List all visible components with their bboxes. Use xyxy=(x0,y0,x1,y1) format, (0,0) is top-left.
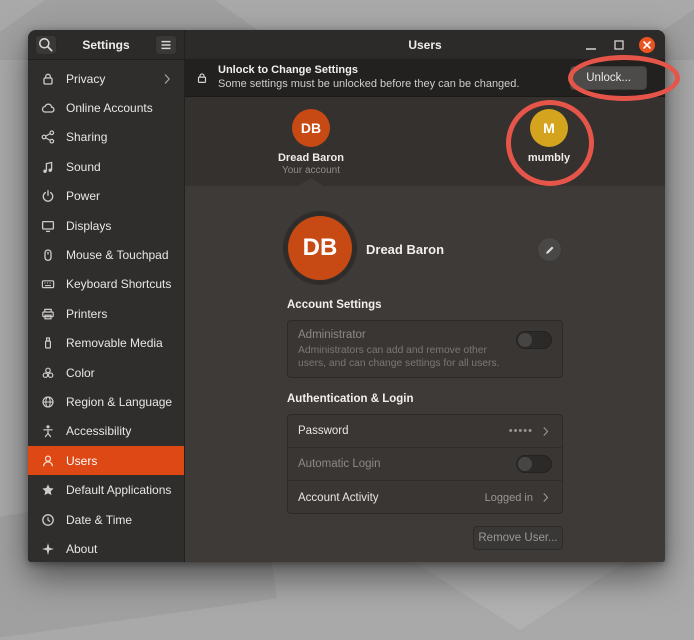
auth-login-card: Password ••••• Automatic Login Account A… xyxy=(287,414,563,514)
avatar: DB xyxy=(288,216,352,280)
avatar: DB xyxy=(292,109,330,147)
toggle-knob xyxy=(518,333,532,347)
minimize-icon xyxy=(583,37,599,53)
automatic-login-toggle[interactable] xyxy=(516,455,552,473)
user-detail-pane: DB Dread Baron Account Settings Administ… xyxy=(185,186,665,562)
sidebar-item-default-applications[interactable]: Default Applications xyxy=(28,475,184,504)
sidebar-item-color[interactable]: Color xyxy=(28,358,184,387)
unlock-banner-title: Unlock to Change Settings xyxy=(218,64,519,78)
account-settings-heading: Account Settings xyxy=(287,299,382,311)
sidebar-item-sound[interactable]: Sound xyxy=(28,152,184,181)
search-button[interactable] xyxy=(35,35,57,55)
remove-user-button[interactable]: Remove User... xyxy=(473,526,563,550)
user-carousel: DB Dread Baron Your account M mumbly xyxy=(185,97,665,186)
search-icon xyxy=(36,36,56,54)
profile-name: Dread Baron xyxy=(366,242,444,257)
keyboard-icon xyxy=(40,276,56,292)
sidebar-item-printers[interactable]: Printers xyxy=(28,299,184,328)
password-label: Password xyxy=(298,425,349,437)
sidebar-item-displays[interactable]: Displays xyxy=(28,211,184,240)
administrator-description: Administrators can add and remove other … xyxy=(298,345,508,371)
user-icon xyxy=(40,453,56,469)
account-activity-label: Account Activity xyxy=(298,492,379,504)
toggle-knob xyxy=(518,457,532,471)
unlock-banner-subtitle: Some settings must be unlocked before th… xyxy=(218,78,519,92)
password-row[interactable]: Password ••••• xyxy=(288,415,562,448)
sidebar-item-users[interactable]: Users xyxy=(28,446,184,475)
sidebar-item-date-time[interactable]: Date & Time xyxy=(28,505,184,534)
automatic-login-label: Automatic Login xyxy=(298,458,380,470)
menu-button[interactable] xyxy=(155,35,177,55)
minimize-button[interactable] xyxy=(583,37,599,53)
lock-icon xyxy=(40,71,56,87)
account-activity-row[interactable]: Account Activity Logged in xyxy=(288,481,562,514)
hamburger-icon xyxy=(156,36,176,54)
administrator-label: Administrator xyxy=(298,329,552,341)
mouse-icon xyxy=(40,247,56,263)
close-icon xyxy=(639,37,655,53)
maximize-icon xyxy=(611,37,627,53)
password-value: ••••• xyxy=(509,425,533,437)
sidebar-item-removable-media[interactable]: Removable Media xyxy=(28,329,184,358)
chevron-right-icon xyxy=(162,73,174,85)
star-icon xyxy=(40,482,56,498)
selected-user-caret xyxy=(298,178,324,186)
carousel-user-mumbly[interactable]: M mumbly xyxy=(494,109,604,164)
sidebar: Privacy Online Accounts Sharing Sound Po… xyxy=(28,60,185,562)
carousel-user-note: Your account xyxy=(256,165,366,176)
clock-icon xyxy=(40,512,56,528)
flash-drive-icon xyxy=(40,335,56,351)
cloud-icon xyxy=(40,100,56,116)
carousel-user-name: Dread Baron xyxy=(256,152,366,164)
settings-window: Settings Users Privacy Online Accounts S… xyxy=(28,30,665,562)
administrator-toggle[interactable] xyxy=(516,331,552,349)
accessibility-icon xyxy=(40,423,56,439)
avatar: M xyxy=(530,109,568,147)
chevron-right-icon xyxy=(541,492,552,503)
content-titlebar: Users xyxy=(185,30,665,60)
printer-icon xyxy=(40,306,56,322)
auth-login-heading: Authentication & Login xyxy=(287,393,413,405)
sidebar-item-power[interactable]: Power xyxy=(28,182,184,211)
carousel-user-dread-baron[interactable]: DB Dread Baron Your account xyxy=(256,109,366,176)
share-icon xyxy=(40,129,56,145)
account-activity-value: Logged in xyxy=(485,492,533,504)
maximize-button[interactable] xyxy=(611,37,627,53)
chevron-right-icon xyxy=(541,426,552,437)
power-icon xyxy=(40,188,56,204)
music-note-icon xyxy=(40,159,56,175)
sidebar-item-accessibility[interactable]: Accessibility xyxy=(28,417,184,446)
users-panel: Unlock to Change Settings Some settings … xyxy=(185,60,665,562)
close-button[interactable] xyxy=(639,37,655,53)
sparkle-icon xyxy=(40,541,56,557)
administrator-card: Administrator Administrators can add and… xyxy=(287,320,563,378)
automatic-login-row: Automatic Login xyxy=(288,448,562,481)
sidebar-item-region-language[interactable]: Region & Language xyxy=(28,387,184,416)
sidebar-titlebar: Settings xyxy=(28,30,185,60)
sidebar-item-online-accounts[interactable]: Online Accounts xyxy=(28,93,184,122)
display-icon xyxy=(40,218,56,234)
sidebar-item-mouse-touchpad[interactable]: Mouse & Touchpad xyxy=(28,240,184,269)
sidebar-item-sharing[interactable]: Sharing xyxy=(28,123,184,152)
edit-name-button[interactable] xyxy=(537,237,562,262)
sidebar-item-about[interactable]: About xyxy=(28,534,184,562)
unlock-banner: Unlock to Change Settings Some settings … xyxy=(185,60,665,97)
color-circles-icon xyxy=(40,365,56,381)
sidebar-item-privacy[interactable]: Privacy xyxy=(28,64,184,93)
unlock-button[interactable]: Unlock... xyxy=(570,66,647,90)
lock-icon xyxy=(195,70,209,86)
globe-icon xyxy=(40,394,56,410)
pencil-icon xyxy=(544,244,556,256)
sidebar-item-keyboard-shortcuts[interactable]: Keyboard Shortcuts xyxy=(28,270,184,299)
carousel-user-name: mumbly xyxy=(494,152,604,164)
